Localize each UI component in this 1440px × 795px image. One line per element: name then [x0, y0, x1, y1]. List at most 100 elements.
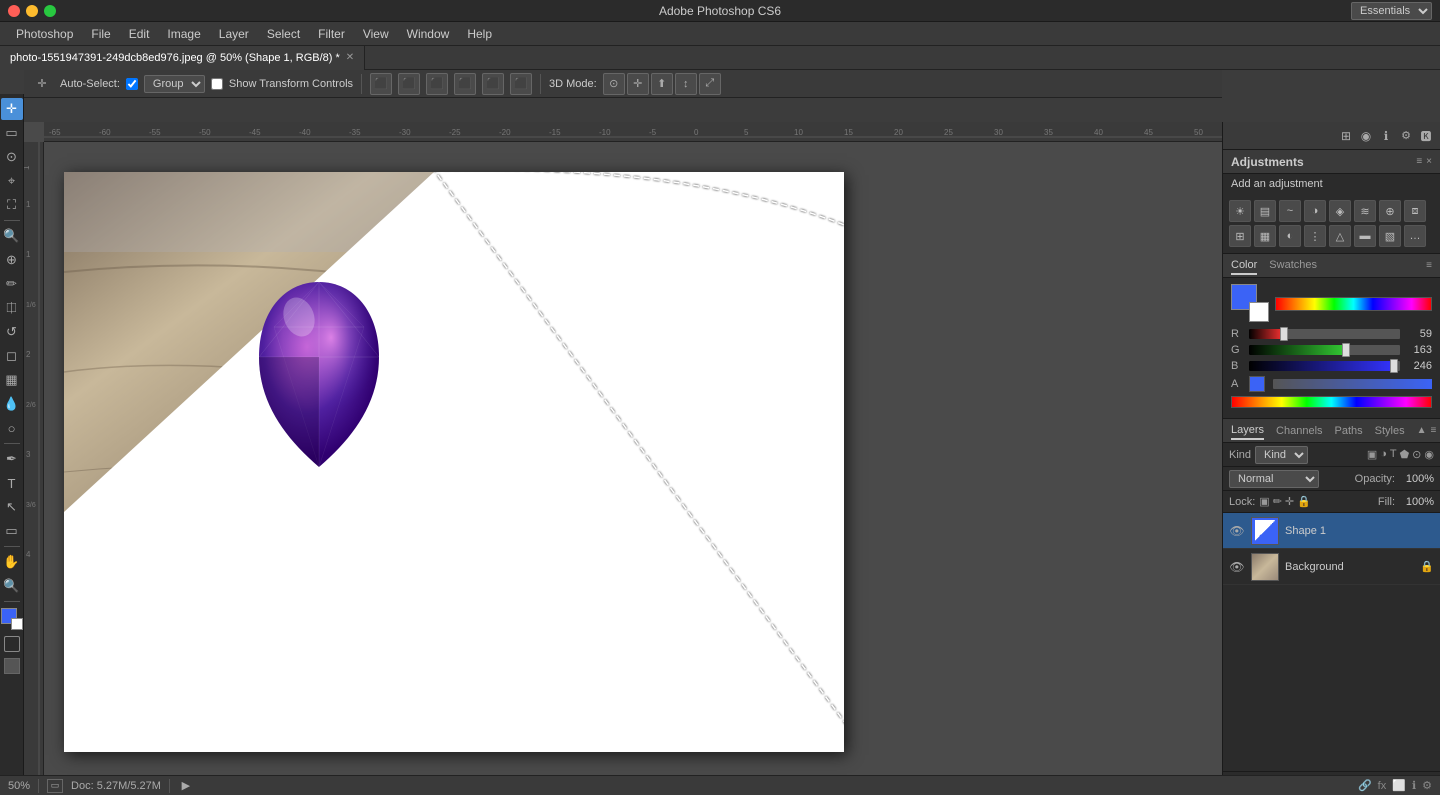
- g-slider-track[interactable]: [1249, 345, 1400, 355]
- channels-tab[interactable]: Channels: [1276, 423, 1322, 439]
- layers-tab[interactable]: Layers: [1231, 422, 1264, 440]
- align-bottom-btn[interactable]: ⬛: [426, 73, 448, 95]
- panel-eye-icon[interactable]: ◉: [1358, 128, 1374, 144]
- gradient-tool[interactable]: ▦: [1, 369, 23, 391]
- menu-window[interactable]: Window: [399, 25, 458, 43]
- essentials-dropdown[interactable]: Essentials: [1351, 2, 1432, 20]
- zoom-tool[interactable]: 🔍: [1, 575, 23, 597]
- brightness-contrast-btn[interactable]: ☀: [1229, 200, 1251, 222]
- history-tool[interactable]: ↺: [1, 321, 23, 343]
- g-slider-thumb[interactable]: [1342, 343, 1350, 357]
- opacity-value[interactable]: 100%: [1399, 473, 1434, 485]
- color-spectrum-bottom[interactable]: [1231, 396, 1432, 408]
- menu-view[interactable]: View: [355, 25, 397, 43]
- menu-select[interactable]: Select: [259, 25, 308, 43]
- filter-pixel-icon[interactable]: ▣: [1367, 448, 1377, 461]
- collapse-icon[interactable]: ▲: [1417, 425, 1427, 436]
- pen-tool[interactable]: ✒: [1, 448, 23, 470]
- threshold-btn[interactable]: △: [1329, 225, 1351, 247]
- crop-tool[interactable]: ⛶: [1, 194, 23, 216]
- lock-transp-icon[interactable]: ▣: [1259, 495, 1269, 508]
- swatches-tab[interactable]: Swatches: [1269, 257, 1317, 275]
- a-slider-track[interactable]: [1273, 379, 1432, 389]
- menu-filter[interactable]: Filter: [310, 25, 353, 43]
- filter-toggle-icon[interactable]: ◉: [1424, 448, 1434, 461]
- blur-tool[interactable]: 💧: [1, 393, 23, 415]
- menu-layer[interactable]: Layer: [211, 25, 257, 43]
- styles-tab[interactable]: Styles: [1375, 423, 1405, 439]
- 3d-orbit-btn[interactable]: ⊙: [603, 73, 625, 95]
- fill-value[interactable]: 100%: [1399, 496, 1434, 508]
- color-menu-icon[interactable]: ≡: [1426, 260, 1432, 271]
- more-btn[interactable]: …: [1404, 225, 1426, 247]
- gradient-map-btn[interactable]: ▬: [1354, 225, 1376, 247]
- background-color[interactable]: [11, 618, 23, 630]
- filter-dropdown[interactable]: Kind: [1255, 446, 1308, 464]
- b-slider-track[interactable]: [1249, 361, 1400, 371]
- 3d-pan-btn[interactable]: ✛: [627, 73, 649, 95]
- filter-adj-icon[interactable]: ◑: [1380, 448, 1387, 461]
- heal-tool[interactable]: ⊕: [1, 249, 23, 271]
- b-slider-thumb[interactable]: [1390, 359, 1398, 373]
- document-tab[interactable]: photo-1551947391-249dcb8ed976.jpeg @ 50%…: [0, 46, 365, 70]
- expand-icon[interactable]: ≡: [1431, 425, 1437, 436]
- align-left-btn[interactable]: ⬛: [454, 73, 476, 95]
- type-tool[interactable]: T: [1, 472, 23, 494]
- curves-btn[interactable]: ~: [1279, 200, 1301, 222]
- menu-edit[interactable]: Edit: [121, 25, 158, 43]
- collapse-icon[interactable]: ×: [1426, 156, 1432, 167]
- close-button[interactable]: [8, 5, 20, 17]
- 3d-scale-btn[interactable]: ⤢: [699, 73, 721, 95]
- posterize-btn[interactable]: ⋮: [1304, 225, 1326, 247]
- color-balance-btn[interactable]: ⊕: [1379, 200, 1401, 222]
- menu-file[interactable]: File: [83, 25, 118, 43]
- r-slider-track[interactable]: [1249, 329, 1400, 339]
- filter-shape-icon[interactable]: ⬟: [1400, 448, 1410, 461]
- screen-mode-btn[interactable]: [4, 658, 20, 674]
- path-select-tool[interactable]: ↖: [1, 496, 23, 518]
- channel-mixer-btn[interactable]: ⊞: [1229, 225, 1251, 247]
- lock-paint-icon[interactable]: ✏: [1273, 495, 1282, 508]
- minimize-button[interactable]: [26, 5, 38, 17]
- filter-sm-icon[interactable]: ⊙: [1412, 448, 1421, 461]
- eraser-tool[interactable]: ◻: [1, 345, 23, 367]
- align-vertical-btn[interactable]: ⬛: [398, 73, 420, 95]
- blend-mode-dropdown[interactable]: Normal Multiply Screen Overlay: [1229, 470, 1319, 488]
- 3d-slide-btn[interactable]: ↕: [675, 73, 697, 95]
- r-slider-thumb[interactable]: [1280, 327, 1288, 341]
- color-lookup-btn[interactable]: ▦: [1254, 225, 1276, 247]
- canvas-icon[interactable]: ▭: [47, 779, 63, 793]
- fg-bg-colors[interactable]: [1, 608, 23, 630]
- panel-4x4-icon[interactable]: ⊞: [1338, 128, 1354, 144]
- dodge-tool[interactable]: ○: [1, 417, 23, 439]
- eyedropper-tool[interactable]: 🔍: [1, 225, 23, 247]
- menu-image[interactable]: Image: [159, 25, 208, 43]
- filter-type-icon[interactable]: T: [1390, 448, 1397, 461]
- invert-btn[interactable]: ◐: [1279, 225, 1301, 247]
- align-center-btn[interactable]: ⬛: [482, 73, 504, 95]
- move-tool[interactable]: ✛: [1, 98, 23, 120]
- background-swatch[interactable]: [1249, 302, 1269, 322]
- canvas-area[interactable]: -65 -60 -55 -50 -45 -40 -35 -30 -25 -20 …: [24, 122, 1222, 795]
- hand-tool[interactable]: ✋: [1, 551, 23, 573]
- quick-mask-btn[interactable]: [4, 636, 20, 652]
- exposure-btn[interactable]: ◑: [1304, 200, 1326, 222]
- layer-visibility-eye[interactable]: 👁: [1229, 523, 1245, 539]
- panel-ku-icon[interactable]: 🅺: [1418, 128, 1434, 144]
- maximize-button[interactable]: [44, 5, 56, 17]
- layer-shape1[interactable]: 👁 Shape 1: [1223, 513, 1440, 549]
- shape-tool[interactable]: ▭: [1, 520, 23, 542]
- lock-move-icon[interactable]: ✛: [1285, 495, 1294, 508]
- panel-info-icon[interactable]: ℹ: [1378, 128, 1394, 144]
- hue-spectrum[interactable]: [1275, 297, 1432, 311]
- layer-background[interactable]: 👁 Background 🔒: [1223, 549, 1440, 585]
- brush-tool[interactable]: ✏: [1, 273, 23, 295]
- auto-select-dropdown[interactable]: Group Layer: [144, 75, 205, 93]
- menu-photoshop[interactable]: Photoshop: [8, 25, 81, 43]
- expand-icon[interactable]: ≡: [1416, 156, 1422, 167]
- show-transform-checkbox[interactable]: [211, 78, 223, 90]
- paths-tab[interactable]: Paths: [1335, 423, 1363, 439]
- select-rect-tool[interactable]: ▭: [1, 122, 23, 144]
- align-right-btn[interactable]: ⬛: [510, 73, 532, 95]
- lock-all-icon[interactable]: 🔒: [1297, 495, 1311, 508]
